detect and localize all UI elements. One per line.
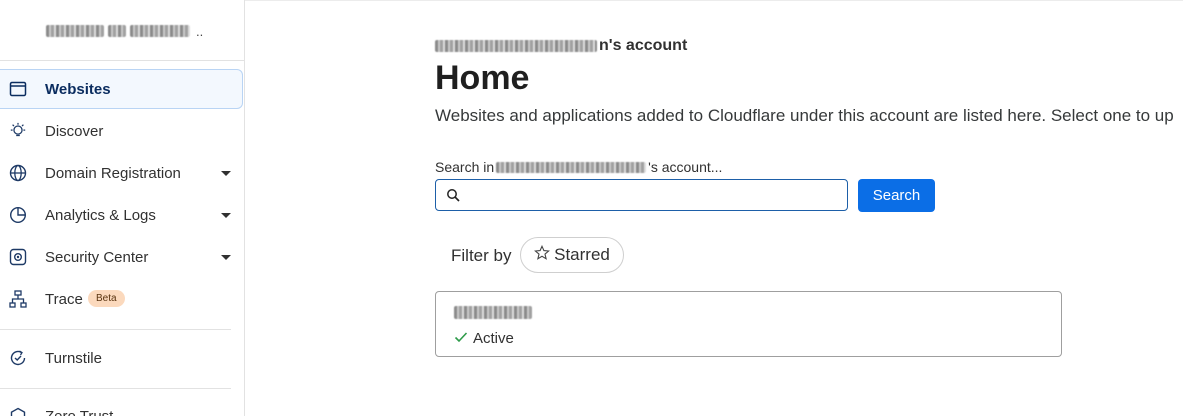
breadcrumb-suffix: n's account (599, 37, 688, 54)
account-name-redacted (130, 25, 190, 37)
sidebar-item-label: Websites (45, 80, 111, 98)
page-title: Home (435, 59, 530, 97)
sidebar-item-label: Discover (45, 122, 104, 140)
account-name-redacted (108, 25, 126, 37)
site-card[interactable]: Active (435, 291, 1062, 357)
chevron-down-icon[interactable] (221, 254, 231, 260)
sidebar-item-trace[interactable]: Trace Beta (0, 279, 243, 319)
sidebar-divider (0, 388, 231, 389)
account-name-redacted (46, 25, 104, 37)
search-label: Search in 's account... (435, 159, 722, 175)
search-input[interactable] (466, 184, 840, 208)
sitemap-icon (9, 290, 27, 308)
globe-icon (9, 164, 27, 182)
site-name-redacted (454, 306, 532, 319)
sidebar-item-analytics-logs[interactable]: Analytics & Logs (0, 195, 243, 235)
page-description: Websites and applications added to Cloud… (435, 106, 1174, 125)
search-field[interactable] (435, 179, 848, 211)
sidebar: .. Websites Discover Domain Registration… (0, 0, 245, 416)
account-switcher[interactable]: .. (46, 22, 203, 40)
shield-gear-icon (9, 248, 27, 266)
sidebar-item-websites[interactable]: Websites (0, 69, 243, 109)
ellipsis: .. (196, 23, 204, 39)
filter-label: Filter by (451, 246, 512, 265)
site-status: Active (454, 330, 514, 347)
sidebar-item-turnstile[interactable]: Turnstile (0, 338, 243, 378)
sidebar-item-label: Turnstile (45, 349, 102, 367)
sidebar-divider (0, 60, 244, 61)
search-button[interactable]: Search (858, 179, 935, 212)
search-label-suffix: 's account... (648, 159, 723, 175)
account-name-redacted (496, 161, 647, 173)
sidebar-item-label: Zero Trust (45, 407, 114, 417)
sidebar-item-domain-registration[interactable]: Domain Registration (0, 153, 243, 193)
refresh-check-icon (9, 349, 27, 367)
breadcrumb: n's account (435, 37, 687, 55)
chevron-down-icon[interactable] (221, 170, 231, 176)
sidebar-item-label: Domain Registration (45, 164, 181, 182)
sidebar-item-label: Security Center (45, 248, 149, 266)
starred-filter-button[interactable]: Starred (520, 237, 624, 273)
starred-label: Starred (554, 245, 610, 264)
lightbulb-icon (9, 122, 27, 140)
star-icon (534, 244, 551, 266)
sidebar-item-zero-trust[interactable]: Zero Trust (0, 396, 243, 416)
checkmark-icon (454, 330, 468, 347)
sidebar-item-label: Analytics & Logs (45, 206, 156, 224)
sidebar-divider (0, 329, 231, 330)
search-label-prefix: Search in (435, 159, 495, 175)
main-content: n's account Home Websites and applicatio… (245, 0, 1183, 417)
beta-badge: Beta (88, 290, 125, 307)
site-status-label: Active (473, 330, 514, 347)
account-name-redacted (435, 40, 597, 52)
sidebar-item-security-center[interactable]: Security Center (0, 237, 243, 277)
sidebar-item-discover[interactable]: Discover (0, 111, 243, 151)
search-icon (446, 188, 460, 207)
sidebar-item-label: Trace (45, 290, 83, 308)
browser-window-icon (9, 80, 27, 98)
pie-chart-icon (9, 206, 27, 224)
hexagon-icon (9, 407, 27, 416)
chevron-down-icon[interactable] (221, 212, 231, 218)
